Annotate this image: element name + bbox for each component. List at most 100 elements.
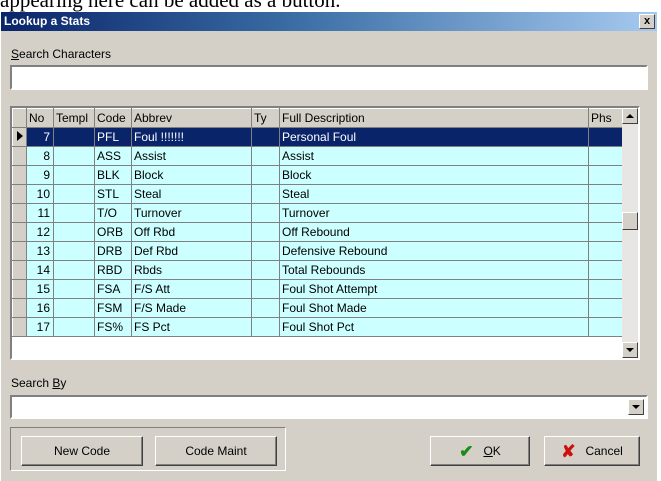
- cell-code[interactable]: T/O: [94, 203, 132, 223]
- cell-no[interactable]: 8: [26, 146, 54, 166]
- cell-abbrev[interactable]: Block: [131, 165, 252, 185]
- cell-phs[interactable]: [588, 222, 625, 242]
- col-header-no[interactable]: No: [26, 108, 54, 128]
- cell-code[interactable]: FSA: [94, 279, 132, 299]
- cell-full-description[interactable]: Personal Foul: [279, 127, 589, 147]
- cell-no[interactable]: 10: [26, 184, 54, 204]
- row-indicator[interactable]: [12, 146, 27, 166]
- cell-code[interactable]: ASS: [94, 146, 132, 166]
- col-header-abbrev[interactable]: Abbrev: [131, 108, 252, 128]
- cell-phs[interactable]: [588, 146, 625, 166]
- search-by-select[interactable]: [10, 395, 648, 419]
- cell-no[interactable]: 17: [26, 317, 54, 337]
- table-row[interactable]: 14 RBD Rbds Total Rebounds: [12, 260, 625, 280]
- cell-ty[interactable]: [251, 222, 280, 242]
- cell-abbrev[interactable]: Rbds: [131, 260, 252, 280]
- cell-abbrev[interactable]: Off Rbd: [131, 222, 252, 242]
- cell-no[interactable]: 13: [26, 241, 54, 261]
- cell-ty[interactable]: [251, 165, 280, 185]
- cell-ty[interactable]: [251, 317, 280, 337]
- cell-full-description[interactable]: Turnover: [279, 203, 589, 223]
- close-button[interactable]: x: [639, 14, 655, 29]
- cell-phs[interactable]: [588, 298, 625, 318]
- cell-full-description[interactable]: Block: [279, 165, 589, 185]
- ok-button[interactable]: ✔ OK: [430, 436, 530, 466]
- table-row[interactable]: 16 FSM F/S Made Foul Shot Made: [12, 298, 625, 318]
- cell-code[interactable]: STL: [94, 184, 132, 204]
- grid-vertical-scrollbar[interactable]: [622, 108, 638, 358]
- cell-ty[interactable]: [251, 203, 280, 223]
- cell-templ[interactable]: [53, 241, 95, 261]
- cell-phs[interactable]: [588, 241, 625, 261]
- scroll-down-button[interactable]: [622, 342, 638, 358]
- cell-abbrev[interactable]: F/S Att: [131, 279, 252, 299]
- title-bar[interactable]: Lookup a Stats x: [1, 12, 657, 31]
- cell-templ[interactable]: [53, 279, 95, 299]
- cell-code[interactable]: DRB: [94, 241, 132, 261]
- cell-templ[interactable]: [53, 222, 95, 242]
- table-row[interactable]: 17 FS% FS Pct Foul Shot Pct: [12, 317, 625, 337]
- cell-phs[interactable]: [588, 279, 625, 299]
- row-indicator[interactable]: [12, 165, 27, 185]
- table-row[interactable]: 10 STL Steal Steal: [12, 184, 625, 204]
- table-row[interactable]: 9 BLK Block Block: [12, 165, 625, 185]
- cell-abbrev[interactable]: Assist: [131, 146, 252, 166]
- row-indicator[interactable]: [12, 203, 27, 223]
- row-indicator[interactable]: [12, 222, 27, 242]
- search-characters-input[interactable]: [10, 65, 648, 90]
- table-row[interactable]: 12 ORB Off Rbd Off Rebound: [12, 222, 625, 242]
- cell-full-description[interactable]: Defensive Rebound: [279, 241, 589, 261]
- col-header-full-description[interactable]: Full Description: [279, 108, 589, 128]
- cell-abbrev[interactable]: F/S Made: [131, 298, 252, 318]
- cell-abbrev[interactable]: Steal: [131, 184, 252, 204]
- cell-no[interactable]: 15: [26, 279, 54, 299]
- table-row[interactable]: 7 PFL Foul !!!!!!! Personal Foul: [12, 127, 625, 147]
- cell-code[interactable]: FSM: [94, 298, 132, 318]
- cell-ty[interactable]: [251, 127, 280, 147]
- table-row[interactable]: 13 DRB Def Rbd Defensive Rebound: [12, 241, 625, 261]
- cell-abbrev[interactable]: Def Rbd: [131, 241, 252, 261]
- cell-phs[interactable]: [588, 203, 625, 223]
- cell-templ[interactable]: [53, 203, 95, 223]
- cell-ty[interactable]: [251, 279, 280, 299]
- cell-no[interactable]: 9: [26, 165, 54, 185]
- cell-ty[interactable]: [251, 298, 280, 318]
- cell-ty[interactable]: [251, 241, 280, 261]
- cell-templ[interactable]: [53, 165, 95, 185]
- cell-no[interactable]: 7: [26, 127, 54, 147]
- cell-phs[interactable]: [588, 165, 625, 185]
- row-indicator[interactable]: [12, 241, 27, 261]
- cell-no[interactable]: 11: [26, 203, 54, 223]
- cell-templ[interactable]: [53, 260, 95, 280]
- search-by-dropdown-button[interactable]: [628, 399, 644, 415]
- cell-code[interactable]: RBD: [94, 260, 132, 280]
- cell-no[interactable]: 14: [26, 260, 54, 280]
- cell-templ[interactable]: [53, 146, 95, 166]
- scroll-thumb[interactable]: [622, 212, 638, 230]
- cancel-button[interactable]: ✘ Cancel: [544, 436, 640, 466]
- row-indicator[interactable]: [12, 317, 27, 337]
- col-header-phs[interactable]: Phs: [588, 108, 625, 128]
- cell-full-description[interactable]: Assist: [279, 146, 589, 166]
- table-row[interactable]: 11 T/O Turnover Turnover: [12, 203, 625, 223]
- cell-no[interactable]: 16: [26, 298, 54, 318]
- cell-full-description[interactable]: Total Rebounds: [279, 260, 589, 280]
- cell-no[interactable]: 12: [26, 222, 54, 242]
- row-indicator[interactable]: [12, 279, 27, 299]
- cell-full-description[interactable]: Off Rebound: [279, 222, 589, 242]
- cell-phs[interactable]: [588, 317, 625, 337]
- col-header-code[interactable]: Code: [94, 108, 132, 128]
- cell-ty[interactable]: [251, 146, 280, 166]
- cell-templ[interactable]: [53, 317, 95, 337]
- cell-templ[interactable]: [53, 184, 95, 204]
- col-header-templ[interactable]: Templ: [53, 108, 95, 128]
- row-indicator[interactable]: [12, 127, 27, 147]
- code-maint-button[interactable]: Code Maint: [155, 436, 277, 466]
- cell-code[interactable]: ORB: [94, 222, 132, 242]
- cell-ty[interactable]: [251, 260, 280, 280]
- cell-abbrev[interactable]: Foul !!!!!!!: [131, 127, 252, 147]
- cell-code[interactable]: BLK: [94, 165, 132, 185]
- col-header-ty[interactable]: Ty: [251, 108, 280, 128]
- table-row[interactable]: 15 FSA F/S Att Foul Shot Attempt: [12, 279, 625, 299]
- cell-code[interactable]: FS%: [94, 317, 132, 337]
